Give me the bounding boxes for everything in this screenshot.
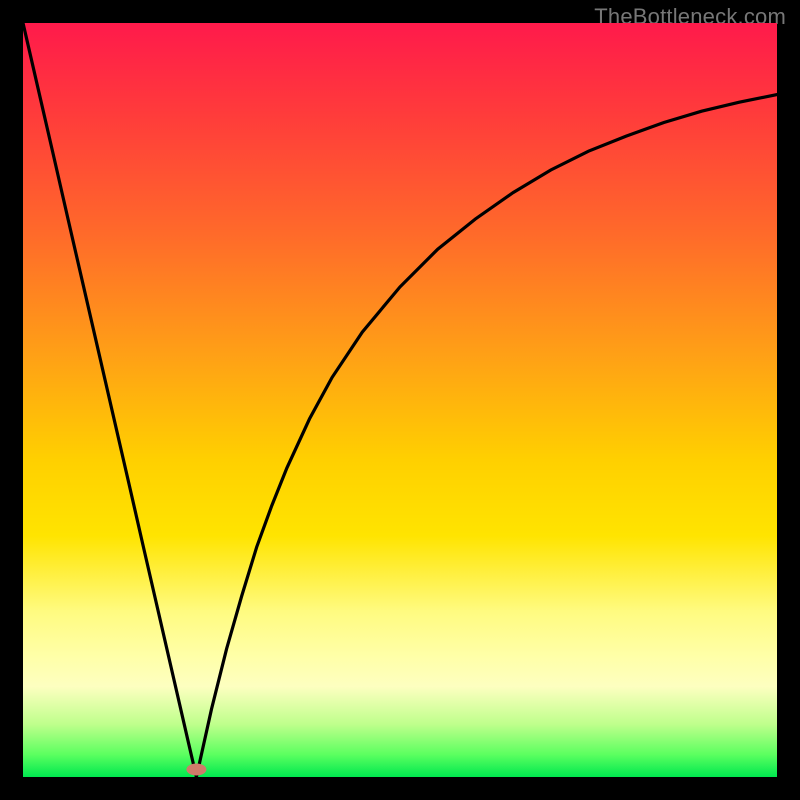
bottleneck-curve [23, 23, 777, 777]
curve-left-branch [23, 23, 196, 777]
plot-area [23, 23, 777, 777]
chart-frame: TheBottleneck.com [0, 0, 800, 800]
curve-right-branch [196, 95, 777, 777]
minimum-marker [186, 764, 206, 776]
